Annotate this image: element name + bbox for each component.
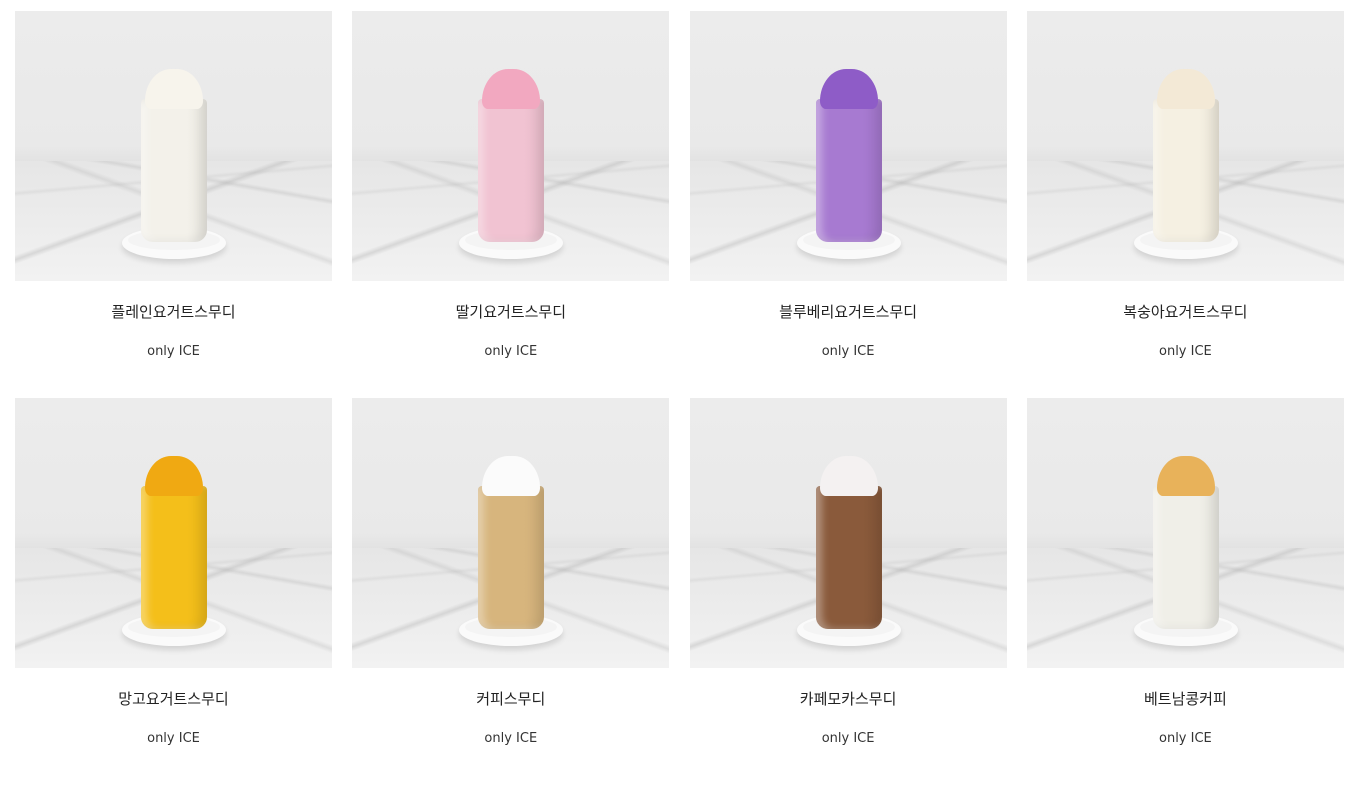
drink-topping <box>819 69 878 109</box>
drink-cup <box>1152 99 1219 242</box>
product-name[interactable]: 블루베리요거트스무디 <box>690 302 1007 322</box>
product-name[interactable]: 플레인요거트스무디 <box>15 302 332 322</box>
product-name[interactable]: 복숭아요거트스무디 <box>1027 302 1344 322</box>
product-card[interactable]: 딸기요거트스무디 only ICE <box>352 11 670 398</box>
drink-cup <box>1152 486 1219 629</box>
product-temp: only ICE <box>821 731 875 746</box>
product-card[interactable]: 블루베리요거트스무디 only ICE <box>689 11 1007 398</box>
drink-topping <box>482 69 541 109</box>
drink-topping <box>819 456 878 496</box>
drink-cup <box>815 99 882 242</box>
product-photo[interactable] <box>1026 11 1344 281</box>
product-card[interactable]: 망고요거트스무디 only ICE <box>15 398 332 785</box>
product-card[interactable]: 카페모카스무디 only ICE <box>689 398 1007 785</box>
drink-cup <box>141 486 207 629</box>
drink-topping <box>482 456 541 496</box>
product-photo[interactable] <box>689 11 1007 281</box>
product-temp: only ICE <box>484 344 538 359</box>
product-card[interactable]: 플레인요거트스무디 only ICE <box>15 11 332 398</box>
product-name[interactable]: 커피스무디 <box>352 689 669 709</box>
product-card[interactable]: 커피스무디 only ICE <box>352 398 670 785</box>
drink-topping <box>145 456 203 496</box>
product-grid: 플레인요거트스무디 only ICE 딸기요거트스무디 only ICE 블루베… <box>15 11 1344 785</box>
drink-cup <box>478 486 545 629</box>
drink-cup <box>478 99 545 242</box>
drink-topping <box>1156 456 1215 496</box>
product-name[interactable]: 망고요거트스무디 <box>15 689 332 709</box>
product-temp: only ICE <box>484 731 538 746</box>
product-photo[interactable] <box>689 398 1007 668</box>
product-card[interactable]: 복숭아요거트스무디 only ICE <box>1026 11 1344 398</box>
drink-topping <box>1156 69 1215 109</box>
drink-topping <box>145 69 203 109</box>
product-temp: only ICE <box>1159 344 1212 359</box>
product-name[interactable]: 베트남콩커피 <box>1027 689 1344 709</box>
product-photo[interactable] <box>1026 398 1344 668</box>
product-photo[interactable] <box>15 398 332 668</box>
product-temp: only ICE <box>147 731 200 746</box>
product-name[interactable]: 카페모카스무디 <box>690 689 1007 709</box>
product-temp: only ICE <box>147 344 200 359</box>
product-photo[interactable] <box>352 11 670 281</box>
drink-cup <box>815 486 882 629</box>
product-card[interactable]: 베트남콩커피 only ICE <box>1026 398 1344 785</box>
product-name[interactable]: 딸기요거트스무디 <box>352 302 669 322</box>
drink-cup <box>141 99 207 242</box>
product-temp: only ICE <box>1159 731 1212 746</box>
product-photo[interactable] <box>15 11 332 281</box>
product-photo[interactable] <box>352 398 670 668</box>
product-temp: only ICE <box>821 344 875 359</box>
